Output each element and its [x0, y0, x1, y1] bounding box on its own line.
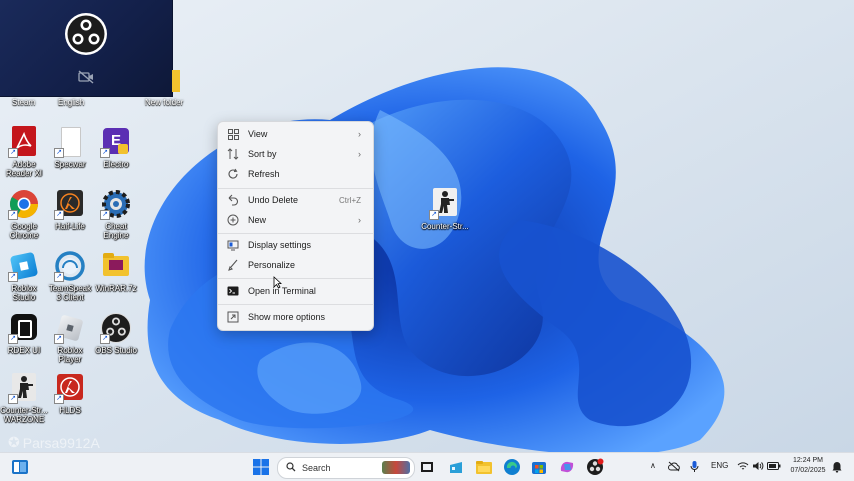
menu-item-view[interactable]: View ›: [222, 125, 369, 143]
menu-item-show-more[interactable]: Show more options: [222, 308, 369, 326]
obs-preview-overlay: [0, 0, 172, 96]
chrome-icon: ↗: [8, 188, 40, 220]
menu-item-refresh[interactable]: Refresh: [222, 165, 369, 183]
cheat-engine-icon: ↗: [100, 188, 132, 220]
expand-icon: [226, 310, 240, 324]
undo-shortcut: Ctrl+Z: [339, 195, 361, 205]
taskbar: Search ∧ ENG 12:24 PM 07/02/2025: [0, 452, 854, 481]
desktop-icon-roblox-player[interactable]: ↗ Roblox Player: [46, 312, 94, 364]
desktop-icon-half-life[interactable]: ↗ Half-Life: [46, 188, 94, 231]
desktop-icon-google-chrome[interactable]: ↗ Google Chrome: [0, 188, 48, 240]
wifi-icon[interactable]: [737, 461, 749, 471]
menu-separator: [218, 233, 373, 234]
desktop-icon-winrar[interactable]: WinRAR.7z: [92, 250, 140, 293]
volume-icon[interactable]: [752, 461, 764, 471]
search-icon: [286, 462, 296, 474]
obs-taskbar-icon[interactable]: [586, 458, 604, 476]
desktop-icon-counter-strike-warzone[interactable]: ↗ Counter-Str... WARZONE: [0, 372, 48, 424]
menu-item-open-terminal[interactable]: Open in Terminal: [222, 282, 369, 300]
desktop-icon-cheat-engine[interactable]: ↗ Cheat Engine: [92, 188, 140, 240]
obs-logo-icon: [65, 13, 107, 55]
menu-separator: [218, 304, 373, 305]
menu-item-display-settings[interactable]: Display settings: [222, 236, 369, 254]
desktop-icon-adobe-reader[interactable]: ↗ Adobe Reader XI: [0, 126, 48, 178]
steam-label[interactable]: Steam: [12, 98, 35, 107]
counter-strike-warzone-icon: ↗: [8, 372, 40, 404]
clock-date: 07/02/2025: [790, 467, 826, 474]
start-button-icon[interactable]: [252, 458, 270, 476]
new-folder-label[interactable]: New folder: [145, 98, 183, 107]
taskbar-search-box[interactable]: Search: [277, 457, 415, 479]
chevron-right-icon: ›: [358, 215, 361, 225]
english-label[interactable]: English: [58, 98, 84, 107]
roblox-studio-icon: ↗: [8, 250, 40, 282]
desktop-context-menu: View › Sort by › Refresh Undo Delete Ctr…: [217, 121, 374, 331]
watermark: ✪ Parsa9912A: [8, 434, 100, 451]
clock-time: 12:24 PM: [793, 457, 823, 464]
camera-off-icon: [78, 70, 94, 84]
watermark-logo-icon: ✪: [8, 434, 20, 450]
grid-icon: [226, 127, 240, 141]
desktop-icon-robox-ui[interactable]: ↗ RDEX UI: [0, 312, 48, 355]
store-app-icon[interactable]: [447, 458, 465, 476]
menu-separator: [218, 278, 373, 279]
desktop-icon-hlds[interactable]: ↗ HLDS: [46, 372, 94, 415]
mouse-cursor-icon: [273, 276, 282, 289]
counter-strike-icon: ↗: [429, 188, 461, 220]
copilot-icon[interactable]: [558, 458, 576, 476]
roblox-player-icon: ↗: [54, 312, 86, 344]
menu-item-personalize[interactable]: Personalize: [222, 256, 369, 274]
file-icon: ↗: [54, 126, 86, 158]
chevron-right-icon: ›: [358, 149, 361, 159]
show-hidden-icons-chevron-up-icon[interactable]: ∧: [650, 461, 656, 470]
widgets-icon[interactable]: [11, 458, 29, 476]
task-view-icon[interactable]: [418, 458, 436, 476]
search-highlight-icon: [382, 461, 410, 474]
robox-ui-icon: ↗: [8, 312, 40, 344]
undo-icon: [226, 193, 240, 207]
obs-studio-icon: ↗: [100, 312, 132, 344]
chevron-right-icon: ›: [358, 129, 361, 139]
desktop-icon-teamspeak[interactable]: ↗ TeamSpeak 3 Client: [46, 250, 94, 302]
notification-bell-icon[interactable]: [832, 461, 842, 473]
folder-icon: [100, 250, 132, 282]
search-placeholder: Search: [302, 463, 331, 473]
desktop-icon-counter-strike[interactable]: ↗ Counter-Str...: [420, 188, 470, 231]
new-plus-icon: [226, 213, 240, 227]
microsoft-store-icon[interactable]: [530, 458, 548, 476]
edge-browser-icon[interactable]: [503, 458, 521, 476]
system-clock[interactable]: 12:24 PM 07/02/2025: [785, 456, 831, 476]
new-folder-icon-peek: [172, 70, 180, 92]
menu-item-undo-delete[interactable]: Undo Delete Ctrl+Z: [222, 191, 369, 209]
menu-item-sort-by[interactable]: Sort by ›: [222, 145, 369, 163]
menu-item-new[interactable]: New ›: [222, 211, 369, 229]
teamspeak-icon: ↗: [54, 250, 86, 282]
refresh-icon: [226, 167, 240, 181]
cloud-off-icon[interactable]: [668, 461, 680, 472]
brush-icon: [226, 258, 240, 272]
electro-icon: E ↗: [100, 126, 132, 158]
adobe-reader-icon: ↗: [8, 126, 40, 158]
microphone-icon[interactable]: [690, 460, 699, 473]
display-icon: [226, 238, 240, 252]
menu-separator: [218, 188, 373, 189]
sort-icon: [226, 147, 240, 161]
language-indicator[interactable]: ENG: [711, 461, 728, 470]
battery-icon[interactable]: [767, 461, 781, 471]
desktop-icon-specwar[interactable]: ↗ Specwar: [46, 126, 94, 169]
half-life-icon: ↗: [54, 188, 86, 220]
desktop-icon-roblox-studio[interactable]: ↗ Roblox Studio: [0, 250, 48, 302]
desktop-icon-obs-studio[interactable]: ↗ OBS Studio: [92, 312, 140, 355]
hlds-icon: ↗: [54, 372, 86, 404]
terminal-icon: [226, 284, 240, 298]
desktop-icon-electro[interactable]: E ↗ Electro: [92, 126, 140, 169]
file-explorer-icon[interactable]: [475, 458, 493, 476]
